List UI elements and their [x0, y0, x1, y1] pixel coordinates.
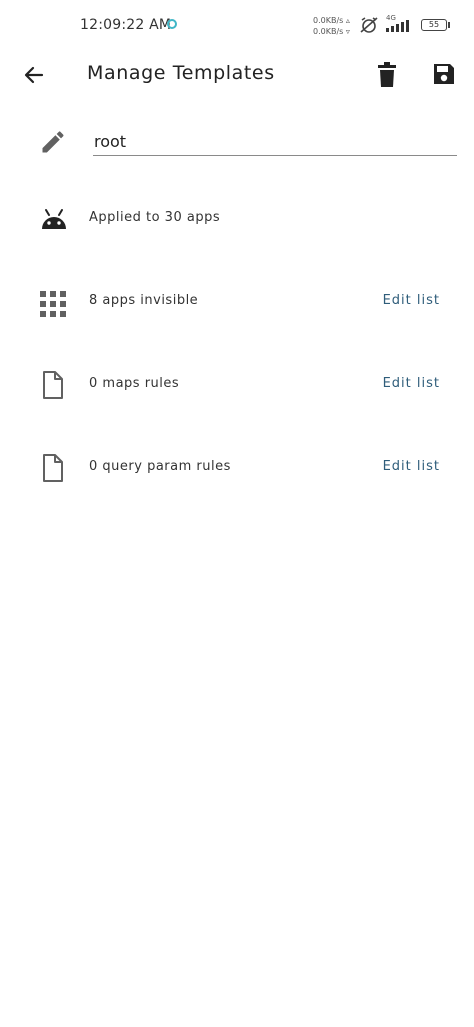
notification-dot-icon: [167, 19, 177, 29]
net-down-speed: 0.0KB/s: [313, 27, 344, 36]
arrow-left-icon[interactable]: [22, 63, 46, 87]
manage-templates-screen: 12:09:22 AM 0.0KB/s ▵ 0.0KB/s ▿ 4G 55 Ma…: [0, 0, 474, 1027]
battery-level: 55: [428, 20, 440, 29]
pencil-icon: [42, 131, 64, 153]
app-bar: Manage Templates: [0, 52, 474, 97]
grid-icon: [40, 291, 66, 317]
maps-rules-label: 0 maps rules: [89, 376, 180, 391]
applied-apps-row: Applied to 30 apps: [0, 199, 474, 239]
status-bar: 12:09:22 AM 0.0KB/s ▵ 0.0KB/s ▿ 4G 55: [0, 0, 474, 52]
page-title: Manage Templates: [87, 62, 275, 84]
query-param-rules-label: 0 query param rules: [89, 459, 231, 474]
maps-rules-row: 0 maps rules Edit list: [0, 365, 474, 405]
alarm-off-icon: [360, 17, 378, 33]
edit-maps-rules-button[interactable]: Edit list: [383, 376, 440, 391]
invisible-apps-row: 8 apps invisible Edit list: [0, 282, 474, 322]
signal-icon: [386, 20, 409, 32]
network-speed: 0.0KB/s ▵ 0.0KB/s ▿: [313, 16, 350, 36]
android-icon: [42, 209, 66, 229]
battery-tip: [448, 22, 450, 28]
edit-query-param-rules-button[interactable]: Edit list: [383, 459, 440, 474]
template-name-input[interactable]: [93, 128, 457, 156]
trash-icon[interactable]: [375, 62, 399, 88]
battery-icon: 55: [421, 19, 447, 31]
net-up-speed: 0.0KB/s: [313, 16, 344, 25]
query-param-rules-row: 0 query param rules Edit list: [0, 448, 474, 488]
applied-apps-label: Applied to 30 apps: [89, 210, 221, 225]
floppy-disk-icon[interactable]: [432, 62, 456, 86]
invisible-apps-label: 8 apps invisible: [89, 293, 199, 308]
status-time: 12:09:22 AM: [80, 17, 172, 33]
file-icon: [43, 371, 63, 399]
edit-invisible-apps-button[interactable]: Edit list: [383, 293, 440, 308]
file-icon: [43, 454, 63, 482]
